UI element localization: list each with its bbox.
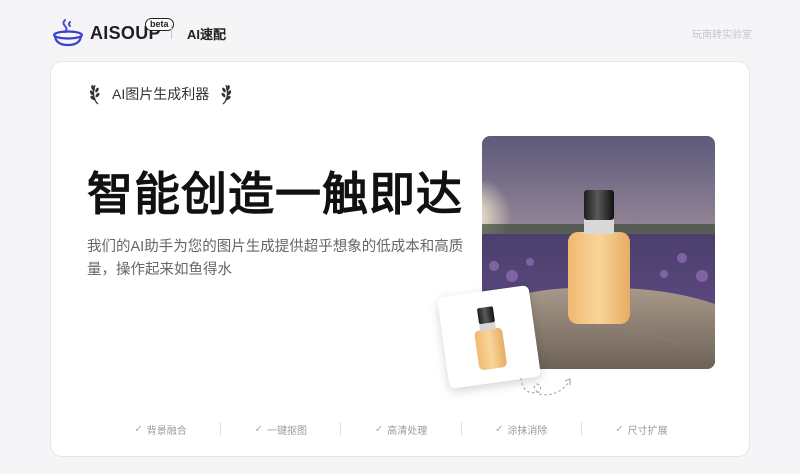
feature-label: 背景融合 xyxy=(146,425,187,437)
top-header: AISOUP beta AI速配 玩南转实验室 xyxy=(0,0,800,62)
feature-label: 尺寸扩展 xyxy=(627,425,668,437)
tagline: AI图片生成利器 xyxy=(87,82,234,106)
brand-subtitle[interactable]: AI速配 xyxy=(187,24,226,43)
check-icon: ✓ xyxy=(615,423,624,435)
top-right-link[interactable]: 玩南转实验室 xyxy=(692,26,752,41)
feature-list: ✓ 背景融合 ✓ 一键抠图 ✓ 高清处理 ✓ 涂抹消除 ✓ 尺寸扩展 xyxy=(101,419,701,439)
feature-item: ✓ 涂抹消除 xyxy=(462,422,581,437)
hero-description: 我们的AI助手为您的图片生成提供超乎想象的低成本和高质量，操作起来如鱼得水 xyxy=(87,239,464,278)
soup-bowl-icon xyxy=(52,19,84,47)
feature-label: 涂抹消除 xyxy=(507,425,548,437)
check-icon: ✓ xyxy=(374,423,384,435)
hero-headline: 智能创造一触即达 xyxy=(87,168,463,220)
feature-item: ✓ 一键抠图 xyxy=(221,422,340,437)
beta-badge: beta xyxy=(145,18,174,31)
laurel-right-icon xyxy=(221,84,232,105)
feature-item: ✓ 背景融合 xyxy=(101,422,220,437)
check-icon: ✓ xyxy=(134,423,143,435)
check-icon: ✓ xyxy=(495,423,504,435)
tagline-text: AI图片生成利器 xyxy=(112,86,210,102)
hero-card: AI图片生成利器 智能创造一触即达 我们的AI助手为您的图片生成提供超乎想象的低… xyxy=(50,61,750,457)
dashed-arrow-icon xyxy=(520,377,571,396)
feature-item: ✓ 尺寸扩展 xyxy=(582,422,701,437)
check-icon: ✓ xyxy=(254,423,263,435)
feature-item: ✓ 高清处理 xyxy=(341,422,460,437)
feature-label: 高清处理 xyxy=(387,425,428,437)
laurel-left-icon xyxy=(89,84,100,105)
feature-label: 一键抠图 xyxy=(267,425,307,437)
header-divider xyxy=(171,25,172,39)
aisoup-logo[interactable]: AISOUP beta xyxy=(52,16,174,48)
